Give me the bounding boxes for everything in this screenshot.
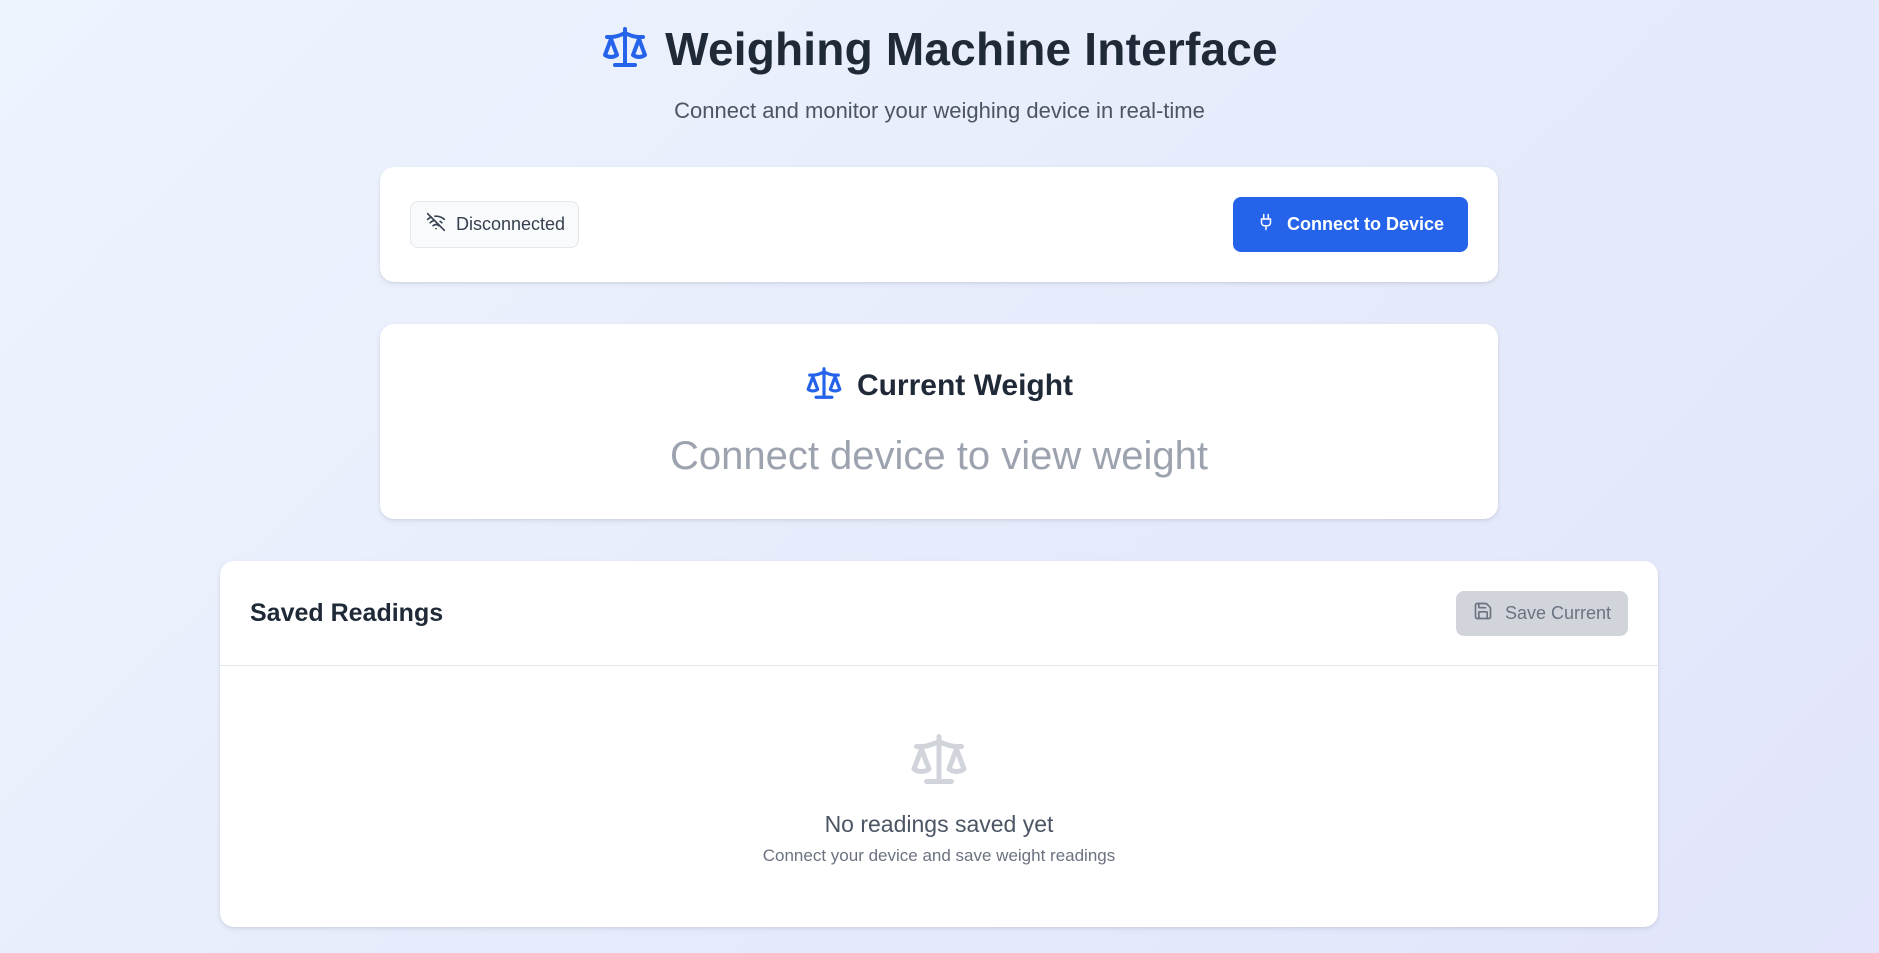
current-weight-title: Current Weight (856, 368, 1074, 402)
saved-readings-title: Saved Readings (250, 599, 444, 627)
current-weight-header: Current Weight (380, 364, 1498, 407)
connect-button-label: Connect to Device (1286, 214, 1445, 234)
scale-icon (805, 364, 843, 407)
connection-status-badge: Disconnected (410, 201, 579, 248)
wifi-off-icon (426, 212, 446, 237)
plug-icon (1257, 213, 1275, 236)
weight-display-placeholder: Connect device to view weight (669, 434, 1209, 478)
page-title: Weighing Machine Interface (665, 23, 1278, 75)
save-current-label: Save Current (1504, 603, 1612, 623)
connect-button[interactable]: Connect to Device (1233, 197, 1468, 252)
title-row: Weighing Machine Interface (601, 22, 1278, 76)
scale-icon (909, 729, 969, 789)
empty-state-subtitle: Connect your device and save weight read… (762, 846, 1116, 865)
saved-readings-card: Saved Readings Save Current No readings … (220, 561, 1658, 927)
save-current-button[interactable]: Save Current (1456, 591, 1628, 636)
saved-readings-header: Saved Readings Save Current (220, 561, 1658, 666)
connection-status-label: Disconnected (456, 214, 566, 234)
page-subtitle: Connect and monitor your weighing device… (674, 98, 1205, 123)
scale-icon (601, 23, 649, 76)
page-header: Weighing Machine Interface Connect and m… (0, 22, 1879, 124)
empty-state-title: No readings saved yet (824, 811, 1054, 837)
connection-card: Disconnected Connect to Device (380, 167, 1498, 282)
current-weight-card: Current Weight Connect device to view we… (380, 324, 1498, 519)
save-icon (1473, 601, 1493, 626)
